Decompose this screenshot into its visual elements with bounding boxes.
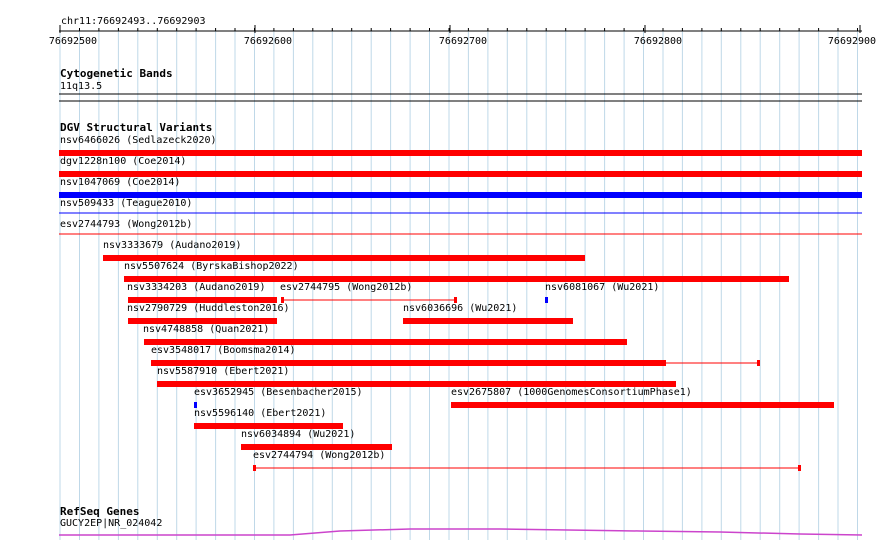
cytoband-label: 11q13.5 [60, 81, 102, 92]
dgv-feature-label: nsv5596140 (Ebert2021) [194, 408, 326, 419]
dgv-feature[interactable]: esv2675807 (1000GenomesConsortiumPhase1) [451, 387, 834, 408]
dgv-feature-label: nsv509433 (Teague2010) [60, 198, 192, 209]
dgv-feature-label: nsv5587910 (Ebert2021) [157, 366, 289, 377]
ruler-tick-label: 76692500 [49, 36, 97, 47]
dgv-feature[interactable]: dgv1228n100 (Coe2014) [59, 156, 862, 177]
dgv-feature[interactable]: nsv6034894 (Wu2021) [241, 429, 392, 450]
dgv-feature-label: nsv6036696 (Wu2021) [403, 303, 517, 314]
track-title-dgv: DGV Structural Variants [60, 121, 212, 134]
dgv-track: DGV Structural Variants nsv6466026 (Sedl… [59, 121, 862, 471]
dgv-feature[interactable]: nsv1047069 (Coe2014) [59, 177, 862, 198]
genome-browser-view: chr11:76692493..76692903 76692500 766926… [49, 16, 876, 540]
dgv-feature-label: esv2744794 (Wong2012b) [253, 450, 385, 461]
dgv-feature-label: nsv6466026 (Sedlazeck2020) [60, 135, 217, 146]
ruler-tick-label: 76692600 [244, 36, 292, 47]
dgv-feature-label: nsv6081067 (Wu2021) [545, 282, 659, 293]
dgv-feature-label: esv2675807 (1000GenomesConsortiumPhase1) [451, 387, 692, 398]
dgv-feature-bar[interactable] [451, 402, 834, 408]
dgv-feature-label: nsv2790729 (Huddleston2016) [127, 303, 290, 314]
cytoband-track: Cytogenetic Bands 11q13.5 [59, 67, 862, 102]
dgv-feature[interactable]: nsv2790729 (Huddleston2016) [127, 303, 290, 324]
gene-label: GUCY2EP|NR_024042 [60, 518, 162, 529]
dgv-feature-label: nsv3334203 (Audano2019) [127, 282, 265, 293]
dgv-feature-label: nsv3333679 (Audano2019) [103, 240, 241, 251]
dgv-feature-label: esv2744795 (Wong2012b) [280, 282, 412, 293]
dgv-feature-label: nsv5507624 (ByrskaBishop2022) [124, 261, 299, 272]
dgv-feature[interactable]: esv3548017 (Boomsma2014) [151, 345, 760, 366]
track-title-cytoband: Cytogenetic Bands [60, 67, 173, 80]
dgv-feature[interactable]: esv2744793 (Wong2012b) [59, 219, 862, 235]
dgv-feature-bar[interactable] [403, 318, 573, 324]
dgv-feature-label: nsv4748858 (Quan2021) [143, 324, 269, 335]
dgv-feature[interactable]: nsv6466026 (Sedlazeck2020) [59, 135, 862, 156]
dgv-feature-end-cap [757, 360, 760, 366]
ruler-tick-label: 76692900 [828, 36, 876, 47]
ruler-tick-label: 76692800 [634, 36, 682, 47]
dgv-feature[interactable]: nsv509433 (Teague2010) [59, 198, 862, 214]
dgv-feature[interactable]: nsv5587910 (Ebert2021) [157, 366, 676, 387]
dgv-features: nsv6466026 (Sedlazeck2020) dgv1228n100 (C… [59, 135, 862, 471]
dgv-feature[interactable]: nsv5507624 (ByrskaBishop2022) [124, 261, 789, 282]
dgv-feature-start-cap [253, 465, 256, 471]
dgv-feature-label: nsv1047069 (Coe2014) [60, 177, 180, 188]
dgv-feature[interactable]: nsv6081067 (Wu2021) [545, 282, 659, 303]
dgv-feature[interactable]: esv3652945 (Besenbacher2015) [194, 387, 363, 408]
dgv-feature[interactable]: nsv5596140 (Ebert2021) [194, 408, 343, 429]
dgv-feature-label: nsv6034894 (Wu2021) [241, 429, 355, 440]
dgv-feature[interactable]: nsv6036696 (Wu2021) [403, 303, 573, 324]
dgv-feature-end-cap [798, 465, 801, 471]
ruler: chr11:76692493..76692903 76692500 766926… [49, 16, 876, 47]
dgv-feature-bar[interactable] [545, 297, 548, 303]
dgv-feature[interactable]: nsv4748858 (Quan2021) [143, 324, 627, 345]
gene-transcript[interactable] [59, 528, 863, 536]
dgv-feature[interactable]: nsv3333679 (Audano2019) [103, 240, 585, 261]
ruler-tick-label: 76692700 [439, 36, 487, 47]
dgv-feature-label: esv2744793 (Wong2012b) [60, 219, 192, 230]
dgv-feature-label: esv3548017 (Boomsma2014) [151, 345, 296, 356]
dgv-feature[interactable]: esv2744795 (Wong2012b) [280, 282, 457, 303]
locus-label: chr11:76692493..76692903 [61, 16, 206, 27]
dgv-feature-label: esv3652945 (Besenbacher2015) [194, 387, 363, 398]
refseq-track: RefSeq Genes GUCY2EP|NR_024042 [59, 505, 863, 536]
dgv-feature[interactable]: nsv3334203 (Audano2019) [127, 282, 277, 303]
dgv-feature-label: dgv1228n100 (Coe2014) [60, 156, 186, 167]
track-title-refseq: RefSeq Genes [60, 505, 139, 518]
